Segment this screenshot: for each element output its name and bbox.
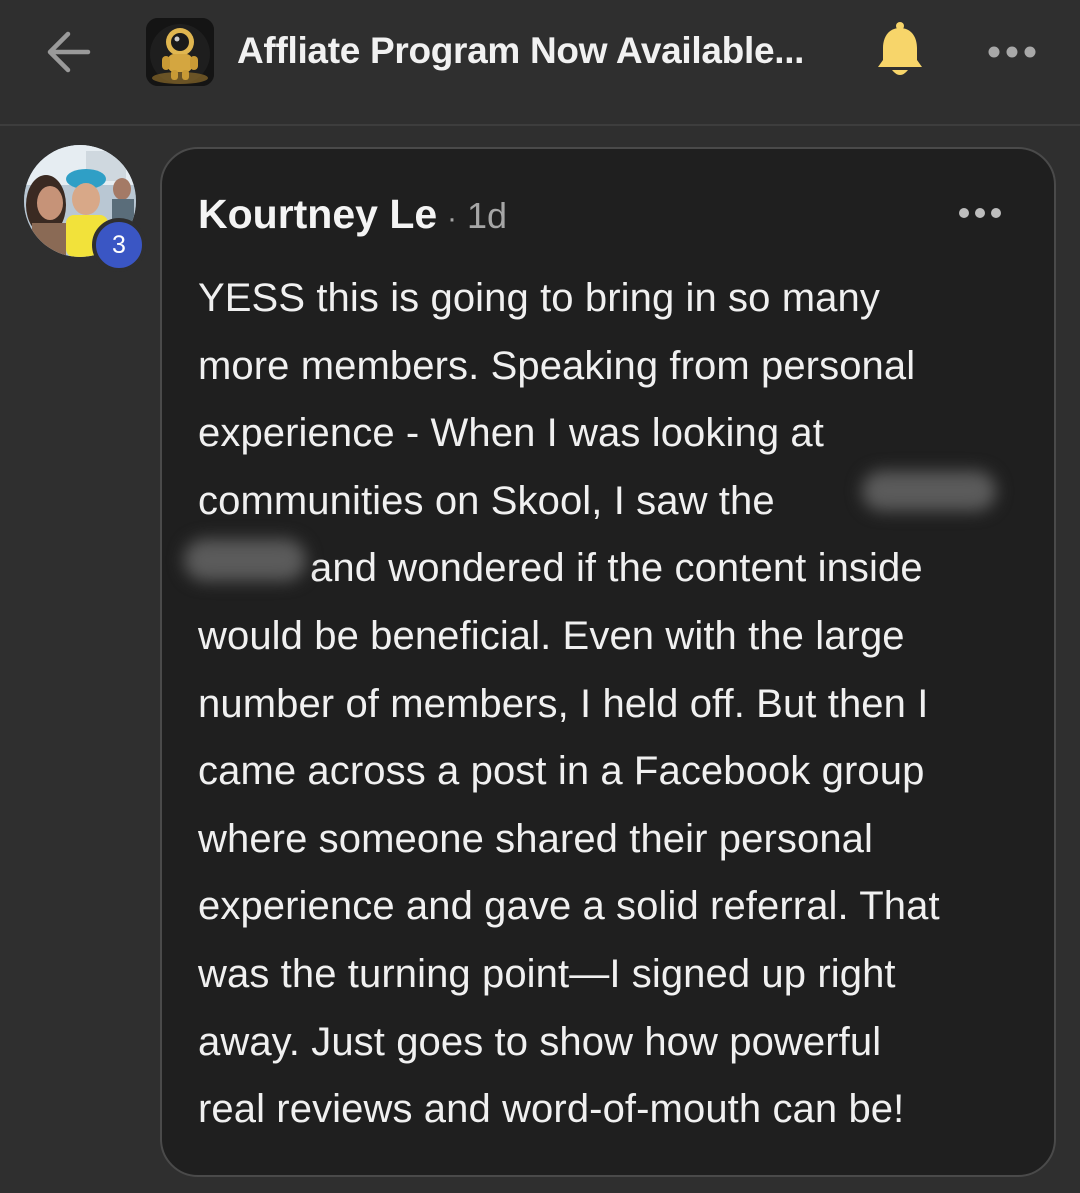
level-badge: 3 xyxy=(92,218,146,272)
comment-meta: · 1d xyxy=(447,195,507,237)
comment-line: where someone shared their personal xyxy=(198,816,874,861)
comment-line: experience and gave a solid referral. Th… xyxy=(198,884,940,929)
comment-body: YESS this is going to bring in so many m… xyxy=(198,265,1038,1144)
comment-more-button[interactable] xyxy=(956,199,1004,227)
header-more-button[interactable] xyxy=(982,36,1042,68)
top-bar: Affliate Program Now Available... xyxy=(0,0,1080,126)
more-horizontal-icon xyxy=(959,208,1001,218)
comment-line: away. Just goes to show how powerful xyxy=(198,1019,882,1064)
comment-line: real reviews and word-of-mouth can be! xyxy=(198,1087,905,1132)
notification-bell-button[interactable] xyxy=(872,20,928,82)
comment-line: YESS this is going to bring in so many xyxy=(198,276,880,320)
meta-separator: · xyxy=(447,202,457,235)
comment-line: came across a post in a Facebook group xyxy=(198,749,925,794)
comment-line: would be beneficial. Even with the large xyxy=(198,613,905,658)
group-logo[interactable] xyxy=(146,18,214,86)
comment-line: was the turning point—I signed up right xyxy=(198,951,896,996)
group-title[interactable]: Affliate Program Now Available... xyxy=(237,30,837,72)
redacted-blur xyxy=(184,539,306,581)
comment-line: number of members, I held off. But then … xyxy=(198,681,929,726)
author-name[interactable]: Kourtney Le xyxy=(198,191,437,238)
redacted-blur xyxy=(862,471,996,511)
comment-line: experience - When I was looking at xyxy=(198,411,824,456)
comment-timestamp[interactable]: 1d xyxy=(467,195,507,236)
arrow-left-icon xyxy=(47,31,91,73)
astronaut-logo-icon xyxy=(146,18,214,86)
more-horizontal-icon xyxy=(988,46,1036,58)
comment-line: more members. Speaking from personal xyxy=(198,343,916,388)
comment-card: Kourtney Le · 1d YESS this is going to br… xyxy=(160,147,1056,1177)
comment-line: and wondered if the content inside xyxy=(310,546,923,591)
bell-icon xyxy=(878,22,922,75)
back-button[interactable] xyxy=(40,28,96,76)
